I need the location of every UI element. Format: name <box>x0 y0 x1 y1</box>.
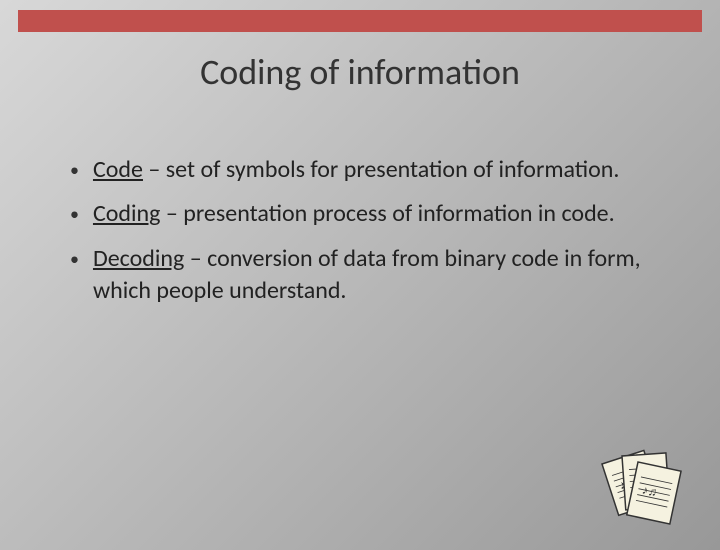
music-sheets-icon: ♪♫ ♪♫ ♪♫ <box>594 446 684 526</box>
term: Coding <box>93 199 160 228</box>
term: Decoding <box>93 244 184 273</box>
bullet-icon: • <box>70 154 79 186</box>
bullet-icon: • <box>70 198 79 230</box>
slide-title: Coding of information <box>0 50 720 94</box>
term: Code <box>93 155 143 184</box>
list-item: • Decoding – conversion of data from bin… <box>70 243 660 308</box>
definition: – presentation process of information in… <box>160 199 614 228</box>
list-item: • Coding – presentation process of infor… <box>70 198 660 230</box>
bullet-icon: • <box>70 243 79 275</box>
list-item: • Code – set of symbols for presentation… <box>70 154 660 186</box>
bullet-text: Coding – presentation process of informa… <box>93 198 660 230</box>
bullet-text: Code – set of symbols for presentation o… <box>93 154 660 186</box>
definition: – set of symbols for presentation of inf… <box>143 155 619 184</box>
accent-bar <box>18 10 702 32</box>
bullet-text: Decoding – conversion of data from binar… <box>93 243 660 308</box>
bullet-list: • Code – set of symbols for presentation… <box>70 154 660 308</box>
